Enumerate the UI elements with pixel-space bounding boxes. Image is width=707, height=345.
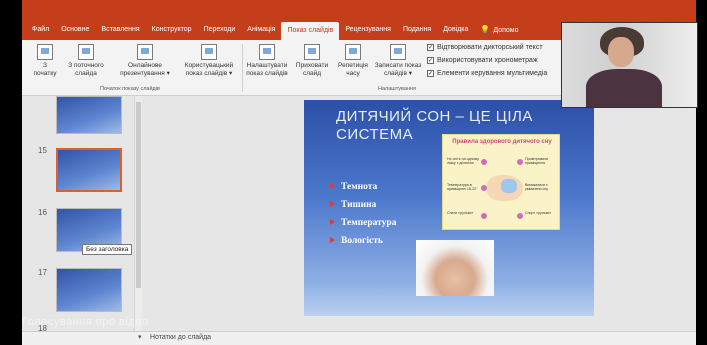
btn-label-2: показ слайдів ▾ [185,70,233,77]
slide-number: 16 [38,208,47,217]
show-media-controls-checkbox[interactable]: ✓ Елементи керування мультимедіа [427,70,547,77]
btn-label-1: Приховати [295,62,329,69]
poster-text: Вимикатися з увімкнени сну [525,183,549,191]
tab-file[interactable]: Файл [26,22,55,38]
screen: Файл Основне Вставлення Конструктор Пере… [0,0,707,345]
use-timings-checkbox[interactable]: ✓ Використовувати хронометраж [427,57,538,64]
slideshow-current-icon [78,44,94,60]
checkbox-mark: ✓ [427,70,434,77]
poster-text: Спорт «рульки» [525,211,552,215]
slide-thumbnail-14[interactable] [56,96,122,134]
from-current-slide-button[interactable]: З поточного слайда [64,44,108,78]
bubble-icon [481,213,487,219]
bullet-list[interactable]: Темнота Тишина Температура Вологість [330,182,396,254]
slide-number: 17 [38,268,47,277]
group-label-set-up: Налаштування [378,86,417,92]
btn-label-2: показ слайдів [246,70,288,77]
tab-tell-me[interactable]: 💡 Допомо [474,22,524,38]
current-slide[interactable]: ДИТЯЧИЙ СОН – ЦЕ ЦІЛА СИСТЕМА Темнота Ти… [304,100,594,316]
bullet-item: Температура [330,218,396,228]
btn-label-1: Записати показ [374,62,422,69]
checkbox-label: Використовувати хронометраж [437,57,538,64]
btn-label-2: початку [33,70,57,77]
tab-animations[interactable]: Анімація [241,22,281,38]
poster-text: Температура в приміщенні 18-22° [447,183,478,191]
btn-label-2: слайда [75,70,97,77]
tab-help[interactable]: Довідка [437,22,474,38]
btn-label-1: Користувацький [184,62,234,69]
btn-label-1: З [43,62,47,69]
sleep-rules-poster[interactable]: Правила здорового дитячого сну Не спіть … [442,134,560,230]
hide-slide-icon [304,44,320,60]
present-online-button[interactable]: Онлайнове презентування ▾ [114,44,176,78]
slide-editor: ДИТЯЧИЙ СОН – ЦЕ ЦІЛА СИСТЕМА Темнота Ти… [142,96,696,331]
bullet-item: Вологість [330,236,396,246]
notes-bar[interactable]: ▾ Нотатки до слайда [22,331,696,345]
bubble-icon [517,213,523,219]
thumbnails-scrollbar[interactable] [134,96,142,331]
setup-show-icon [259,44,275,60]
video-overlay-text: Голосування про відео [22,316,149,328]
chevron-down-icon: ▾ [138,334,142,341]
slide-thumbnail-17[interactable] [56,268,122,312]
btn-label-1: Налаштувати [246,62,288,69]
btn-label-2: часу [346,70,360,77]
slideshow-start-icon [37,44,53,60]
checkbox-mark: ✓ [427,44,434,51]
btn-label-2: презентування ▾ [120,70,170,77]
tab-insert[interactable]: Вставлення [95,22,145,38]
slide-thumbnails-pane: 15 16 Без заголовка 17 18 [22,96,134,333]
stopwatch-icon [345,44,361,60]
set-up-slide-show-button[interactable]: Налаштувати показ слайдів [244,44,290,78]
presenter-face [608,37,634,67]
hide-slide-button[interactable]: Приховати слайд [292,44,332,78]
tab-slide-show[interactable]: Показ слайдів [281,22,340,40]
bullet-item: Тишина [330,200,396,210]
rehearse-timings-button[interactable]: Репетиція часу [334,44,372,78]
scrollbar-thumb[interactable] [136,102,141,288]
sleeping-baby-illustration [487,175,523,201]
group-separator [242,44,243,92]
bullet-item: Темнота [330,182,396,192]
baby-photo[interactable] [416,240,494,296]
checkbox-label: Відтворювати дикторський текст [437,44,543,51]
webcam-feed [561,22,698,108]
tab-home[interactable]: Основне [55,22,95,38]
btn-label-1: Репетиція [338,62,368,69]
lightbulb-icon: 💡 [480,25,491,34]
checkbox-label: Елементи керування мультимедіа [437,70,548,77]
btn-label-2: слайд [302,70,322,77]
slide-number: 15 [38,146,47,155]
slide-thumbnail-15[interactable] [56,148,122,192]
btn-label-2: слайдів ▾ [383,70,413,77]
poster-text: Не спіть на одному ліжку з дитиною [447,157,479,165]
tab-review[interactable]: Рецензування [339,22,397,38]
custom-slide-show-button[interactable]: Користувацький показ слайдів ▾ [178,44,240,78]
from-beginning-button[interactable]: З початку [28,44,62,78]
btn-label-1: Онлайнове [128,62,162,69]
tab-view[interactable]: Подання [397,22,437,38]
btn-label-1: З поточного [68,62,104,69]
presenter-body [586,69,662,107]
bubble-icon [517,159,523,165]
bubble-icon [481,159,487,165]
checkbox-mark: ✓ [427,57,434,64]
record-slide-show-button[interactable]: Записати показ слайдів ▾ [372,44,424,78]
custom-show-icon [201,44,217,60]
poster-title: Правила здорового дитячого сну [452,139,552,145]
poster-text: Провітрювати приміщення [525,157,549,165]
poster-text: Спати «рульки» [447,211,474,215]
present-online-icon [137,44,153,60]
tab-transitions[interactable]: Переходи [198,22,242,38]
play-narrations-checkbox[interactable]: ✓ Відтворювати дикторський текст [427,44,543,51]
tell-me-label: Допомо [493,27,519,34]
notes-label: Нотатки до слайда [150,334,212,341]
tab-design[interactable]: Конструктор [146,22,198,38]
title-bar [22,0,696,22]
record-icon [390,44,406,60]
group-label-start-slide-show: Початок показу слайдів [100,86,160,92]
thumbnail-tooltip: Без заголовка [82,244,133,255]
